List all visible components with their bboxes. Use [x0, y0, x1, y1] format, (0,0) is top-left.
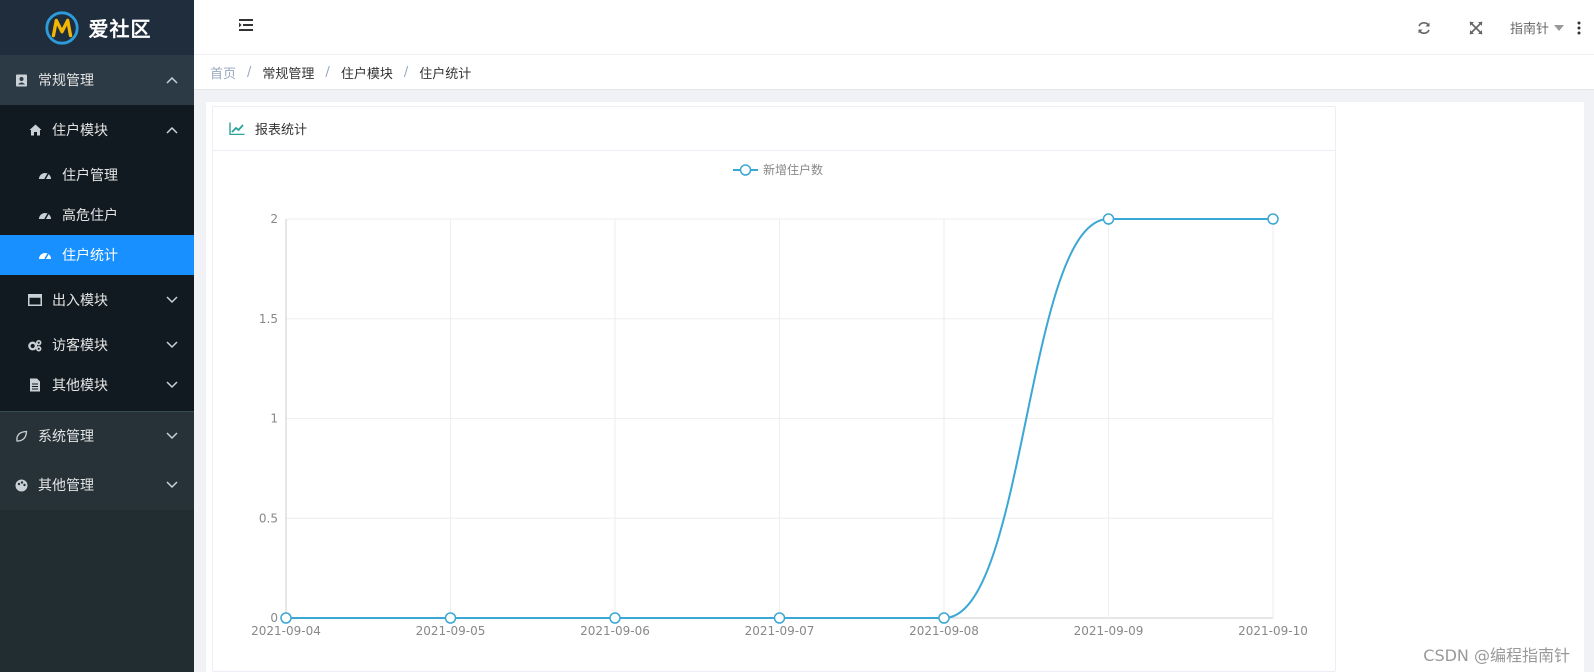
data-point — [280, 612, 292, 624]
fullscreen-icon[interactable] — [1450, 0, 1502, 55]
legend-swatch-marker — [739, 164, 752, 176]
menu-module-label: 住户模块 — [52, 123, 108, 139]
chevron-down-icon — [166, 337, 178, 353]
line-chart: 0 0.5 1 1.5 2 2021-09-04 2021-09-05 2021-09-06 2… — [251, 162, 1308, 638]
menu-group-label: 常规管理 — [38, 73, 94, 89]
more-vertical-icon[interactable] — [1564, 21, 1594, 35]
user-name: 指南针 — [1509, 22, 1549, 37]
menu-group-other[interactable]: 其他管理 — [0, 460, 194, 510]
data-point — [938, 612, 950, 624]
x-tick-label: 2021-09-06 — [580, 624, 650, 638]
breadcrumb-separator: / — [247, 64, 252, 80]
caret-down-icon — [1554, 20, 1564, 35]
logo[interactable]: 爱社区 — [0, 0, 194, 55]
menu-module-label: 出入模块 — [52, 293, 108, 309]
home-icon — [28, 123, 42, 137]
leaf-icon — [14, 429, 28, 443]
breadcrumb-item[interactable]: 首页 — [210, 63, 236, 82]
file-icon — [28, 378, 42, 392]
content-card: 报表统计 0 0.5 1 1.5 2 2021-09-04 2021-09-05 2021-0… — [206, 102, 1584, 672]
x-tick-label: 2021-09-07 — [745, 624, 815, 638]
x-tick-label: 2021-09-04 — [251, 624, 321, 638]
chevron-down-icon — [166, 292, 178, 308]
menu-module-other[interactable]: 其他模块 — [0, 365, 194, 405]
dashboard-icon — [38, 168, 52, 182]
x-tick-label: 2021-09-05 — [416, 624, 486, 638]
dashboard-icon — [38, 248, 52, 262]
gears-icon — [28, 338, 42, 352]
menu-group-system[interactable]: 系统管理 — [0, 412, 194, 460]
menu-item-resident-manage[interactable]: 住户管理 — [0, 155, 194, 195]
menu-group-label: 系统管理 — [38, 429, 94, 445]
menu-group-label: 其他管理 — [38, 478, 94, 494]
menu-item-label: 住户管理 — [62, 168, 118, 184]
palette-icon — [14, 478, 28, 492]
chevron-down-icon — [166, 428, 178, 444]
x-tick-label: 2021-09-09 — [1074, 624, 1144, 638]
y-tick-label: 0.5 — [259, 511, 278, 525]
main-content: 报表统计 0 0.5 1 1.5 2 2021-09-04 2021-09-05 2021-0… — [194, 90, 1594, 672]
logo-text: 爱社区 — [88, 17, 152, 41]
chevron-up-icon — [166, 122, 178, 138]
menu-item-label: 住户统计 — [62, 248, 118, 264]
contacts-book-icon — [14, 73, 28, 87]
menu-module-access[interactable]: 出入模块 — [0, 275, 194, 325]
y-tick-label: 1 — [270, 412, 278, 426]
menu-group-regular[interactable]: 常规管理 — [0, 55, 194, 105]
y-tick-label: 1.5 — [259, 312, 278, 326]
menu-item-resident-stats[interactable]: 住户统计 — [0, 235, 194, 275]
refresh-icon[interactable] — [1398, 0, 1450, 55]
top-header: 指南针 — [194, 0, 1594, 55]
breadcrumb-separator: / — [403, 64, 409, 80]
dashboard-icon — [38, 208, 52, 222]
breadcrumb-item-current: 住户统计 — [419, 66, 472, 82]
watermark: CSDN @编程指南针 — [1423, 646, 1570, 665]
menu-module-label: 访客模块 — [52, 338, 108, 354]
data-point — [444, 612, 457, 624]
chevron-up-icon — [166, 72, 178, 88]
breadcrumb-item[interactable]: 住户模块 — [341, 63, 393, 82]
x-tick-label: 2021-09-08 — [909, 624, 979, 638]
x-tick-label: 2021-09-10 — [1238, 624, 1308, 638]
menu-module-visitor[interactable]: 访客模块 — [0, 325, 194, 365]
breadcrumb: 首页 / 常规管理 / 住户模块 / 住户统计 — [194, 55, 1594, 90]
app-root: 爱社区 常规管理 住户模块 住户管理 高危住户 住户统计 出入模块 访客模块 其… — [0, 0, 1594, 672]
chevron-down-icon — [166, 377, 178, 393]
data-point — [1267, 213, 1279, 225]
logo-icon — [44, 10, 79, 45]
window-icon — [28, 293, 42, 307]
menu-item-high-risk[interactable]: 高危住户 — [0, 195, 194, 235]
header-actions: 指南针 — [1398, 0, 1594, 55]
user-menu[interactable]: 指南针 — [1510, 18, 1564, 37]
breadcrumb-item[interactable]: 常规管理 — [262, 63, 314, 82]
breadcrumb-separator: / — [325, 64, 330, 80]
report-panel: 报表统计 0 0.5 1 1.5 2 2021-09-04 2021-09-05 2021-0… — [212, 106, 1336, 672]
menu-item-label: 高危住户 — [62, 208, 118, 224]
data-point — [609, 612, 621, 624]
y-tick-label: 2 — [270, 212, 278, 226]
data-point — [1102, 213, 1115, 225]
sidebar: 爱社区 常规管理 住户模块 住户管理 高危住户 住户统计 出入模块 访客模块 其… — [0, 0, 194, 672]
data-point — [773, 612, 786, 624]
chevron-down-icon — [166, 477, 178, 493]
menu-module-resident[interactable]: 住户模块 — [0, 105, 194, 155]
submenu-regular: 住户模块 住户管理 高危住户 住户统计 出入模块 访客模块 其他模块 — [0, 105, 194, 411]
menu-toggle-icon[interactable] — [238, 18, 254, 36]
y-tick-label: 0 — [270, 611, 278, 625]
menu-module-label: 其他模块 — [52, 378, 108, 394]
legend-label: 新增住户数 — [763, 162, 823, 177]
